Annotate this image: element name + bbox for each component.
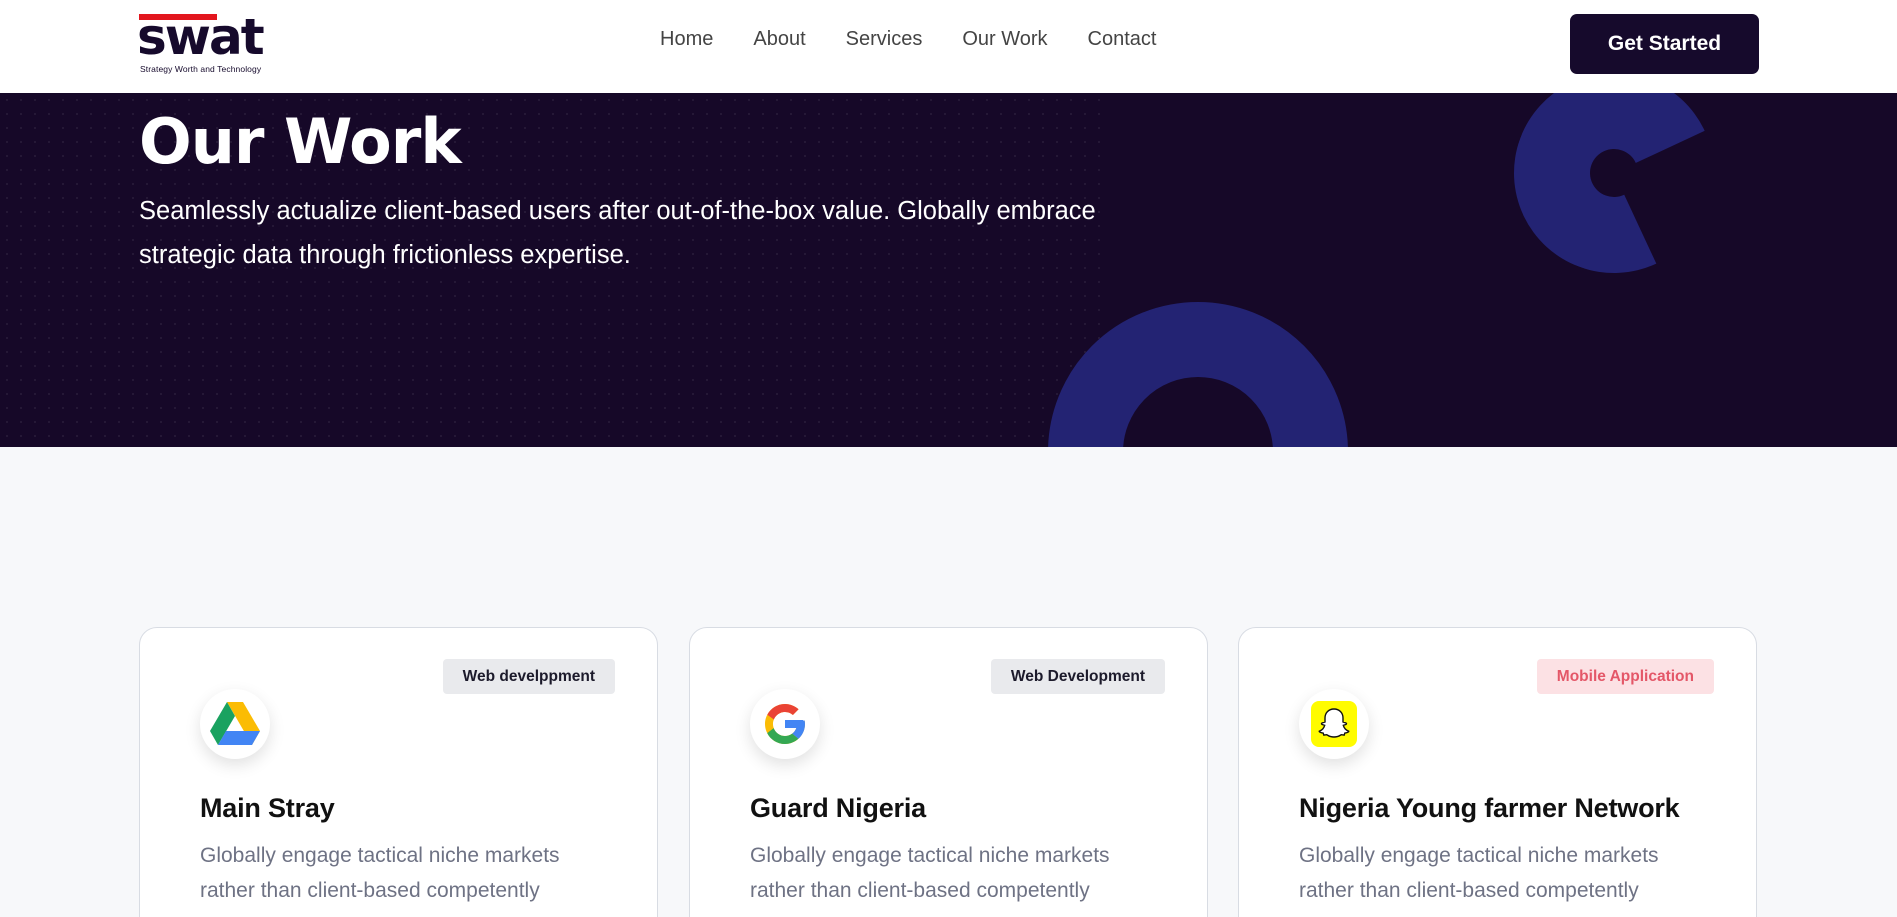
- project-description: Globally engage tactical niche markets r…: [750, 844, 1110, 902]
- page-title: Our Work: [139, 105, 462, 178]
- project-title: Main Stray: [200, 793, 335, 823]
- nav-contact[interactable]: Contact: [1088, 28, 1157, 51]
- logo-tagline: Strategy Worth and Technology: [140, 64, 262, 74]
- site-header: swat Strategy Worth and Technology Home …: [0, 0, 1897, 93]
- get-started-button[interactable]: Get Started: [1570, 14, 1759, 74]
- project-title: Nigeria Young farmer Network: [1299, 793, 1680, 823]
- snapchat-icon: [1299, 689, 1369, 759]
- category-badge: Web develppment: [442, 659, 615, 694]
- project-card[interactable]: Web Development Guard Nigeria Globally e…: [689, 627, 1208, 917]
- logo[interactable]: swat Strategy Worth and Technology: [137, 8, 284, 76]
- nav-our-work[interactable]: Our Work: [962, 28, 1047, 51]
- category-badge: Mobile Application: [1536, 659, 1714, 694]
- google-drive-icon: [200, 689, 270, 759]
- project-title: Guard Nigeria: [750, 793, 926, 823]
- main-nav: Home About Services Our Work Contact: [660, 28, 1156, 51]
- nav-home[interactable]: Home: [660, 28, 713, 51]
- hero-banner: Our Work Seamlessly actualize client-bas…: [0, 93, 1897, 447]
- google-icon: [750, 689, 820, 759]
- nav-services[interactable]: Services: [846, 28, 923, 51]
- project-description: Globally engage tactical niche markets r…: [1299, 844, 1659, 902]
- project-card[interactable]: Mobile Application Nigeria Young farmer …: [1238, 627, 1757, 917]
- project-card[interactable]: Web develppment Main Stray Globally enga…: [139, 627, 658, 917]
- decorative-crescent-shape: [1485, 93, 1743, 302]
- project-description: Globally engage tactical niche markets r…: [200, 844, 560, 902]
- logo-wordmark: swat: [137, 8, 265, 66]
- page-subtitle: Seamlessly actualize client-based users …: [139, 197, 1096, 269]
- category-badge: Web Development: [990, 659, 1165, 694]
- nav-about[interactable]: About: [753, 28, 805, 51]
